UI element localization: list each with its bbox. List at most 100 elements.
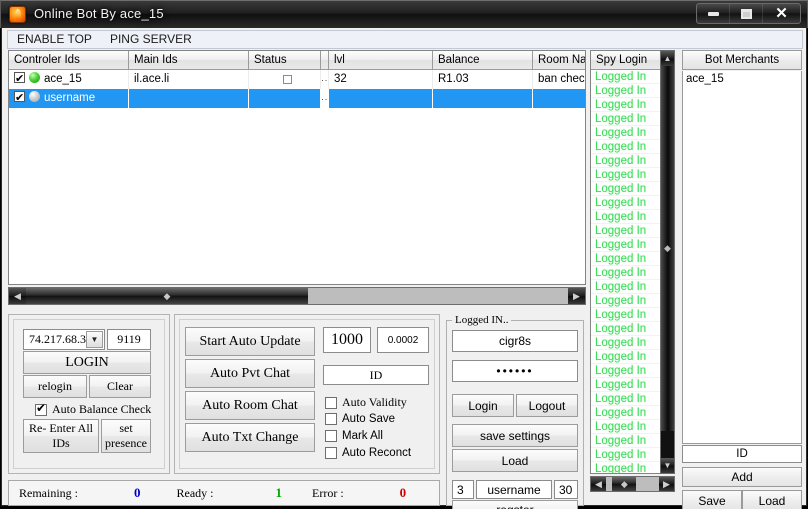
clear-button[interactable]: Clear xyxy=(89,375,151,398)
maximize-button[interactable] xyxy=(730,4,764,23)
close-button[interactable]: ✕ xyxy=(763,4,800,23)
row-status-cell[interactable] xyxy=(249,70,321,89)
auto-room-chat-button[interactable]: Auto Room Chat xyxy=(185,391,315,420)
row-spacer-cell[interactable] xyxy=(321,70,329,89)
auto-balance-check-checkbox[interactable]: Auto Balance Check xyxy=(35,401,151,417)
auto-id-field[interactable]: ID xyxy=(323,365,429,385)
arrow-right-icon[interactable]: ▶ xyxy=(659,477,674,491)
bot-merchants-list[interactable]: ace_15 xyxy=(682,71,802,444)
row-checkbox[interactable] xyxy=(14,70,25,88)
grid-col-room-name[interactable]: Room Name xyxy=(533,51,585,70)
count-start-field[interactable]: 3 xyxy=(452,480,474,499)
row-room-name-cell[interactable] xyxy=(533,89,585,108)
spy-hscroll-track[interactable]: ◆ xyxy=(606,477,659,491)
arrow-left-icon[interactable]: ◀ xyxy=(591,477,606,491)
logged-in-username-field[interactable]: cigr8s xyxy=(452,330,578,352)
count-end-field[interactable]: 30 xyxy=(554,480,578,499)
spy-vertical-scrollbar[interactable]: ▲ ◆ ▼ xyxy=(660,50,675,474)
start-auto-update-button[interactable]: Start Auto Update xyxy=(185,327,315,356)
list-item[interactable]: ace_15 xyxy=(683,71,801,86)
checkbox-box xyxy=(325,447,337,459)
status-orb-icon xyxy=(29,91,40,102)
grid-horizontal-scrollbar[interactable]: ◀ ◆ ▶ xyxy=(8,287,586,305)
grid-col-lvl[interactable]: lvl xyxy=(329,51,433,70)
row-balance-cell[interactable]: R1.03 xyxy=(433,70,533,89)
arrow-up-icon[interactable]: ▲ xyxy=(661,51,674,66)
logged-in-login-button[interactable]: Login xyxy=(452,394,514,417)
menu-item-enable-top[interactable]: ENABLE TOP xyxy=(8,31,101,48)
row-controler-id-cell[interactable]: username xyxy=(9,89,129,108)
logged-in-password-field[interactable]: •••••• xyxy=(452,360,578,382)
auto-txt-change-button[interactable]: Auto Txt Change xyxy=(185,423,315,452)
accounts-grid[interactable]: Controler Ids Main Ids Status lvl Balanc… xyxy=(8,50,586,285)
grid-body: ace_15 il.ace.li 32 R1.03 ban check user… xyxy=(9,70,585,108)
delay-field[interactable]: 1000 xyxy=(323,327,371,353)
spy-hscroll-thumb[interactable]: ◆ xyxy=(612,477,637,491)
minimize-button[interactable] xyxy=(697,4,731,23)
table-row[interactable]: ace_15 il.ace.li 32 R1.03 ban check xyxy=(9,70,585,89)
vscroll-thumb[interactable]: ◆ xyxy=(661,66,674,431)
mark-all-checkbox[interactable]: Mark All xyxy=(325,430,383,442)
add-button[interactable]: Add xyxy=(682,467,802,487)
rate-field[interactable]: 0.0002 xyxy=(377,327,429,353)
register-button[interactable]: regster xyxy=(452,500,578,509)
login-button[interactable]: LOGIN xyxy=(23,351,151,374)
server-combo[interactable]: 74.217.68.3 ▼ xyxy=(23,329,105,350)
row-lvl-cell[interactable]: 32 xyxy=(329,70,433,89)
grid-col-main-ids[interactable]: Main Ids xyxy=(129,51,249,70)
grid-col-spacer[interactable] xyxy=(321,51,329,70)
arrow-left-icon[interactable]: ◀ xyxy=(9,288,26,304)
remaining-value: 0 xyxy=(134,485,141,500)
row-spacer-cell[interactable] xyxy=(321,89,329,108)
vscroll-track[interactable]: ◆ xyxy=(661,66,674,458)
bot-merchant-id-field[interactable]: ID xyxy=(682,445,802,463)
row-balance-cell[interactable] xyxy=(433,89,533,108)
set-presence-button[interactable]: set presence xyxy=(101,419,151,453)
grid-col-balance[interactable]: Balance xyxy=(433,51,533,70)
row-room-name-cell[interactable]: ban check xyxy=(533,70,585,89)
row-main-id-cell[interactable] xyxy=(129,89,249,108)
register-name-field[interactable]: username xyxy=(476,480,552,499)
grid-col-controler-ids[interactable]: Controler Ids xyxy=(9,51,129,70)
flame-icon xyxy=(9,6,26,23)
logged-in-logout-button[interactable]: Logout xyxy=(516,394,578,417)
port-field[interactable]: 9119 xyxy=(107,329,151,350)
close-icon: ✕ xyxy=(775,5,788,22)
auto-validity-checkbox[interactable]: Auto Validity xyxy=(325,395,407,410)
row-controler-id-cell[interactable]: ace_15 xyxy=(9,70,129,89)
menu-item-ping-server[interactable]: PING SERVER xyxy=(101,31,201,48)
table-row[interactable]: username xyxy=(9,89,585,108)
ready-label: Ready : xyxy=(176,485,214,500)
hscroll-track[interactable]: ◆ xyxy=(26,288,568,304)
auto-save-checkbox[interactable]: Auto Save xyxy=(325,413,395,425)
row-lvl-cell[interactable] xyxy=(329,89,433,108)
reenter-all-ids-button[interactable]: Re- Enter All IDs xyxy=(23,419,99,453)
menu-bar: ENABLE TOP PING SERVER xyxy=(7,30,803,49)
chevron-down-icon[interactable]: ▼ xyxy=(86,331,103,348)
grid-header-row: Controler Ids Main Ids Status lvl Balanc… xyxy=(9,51,585,70)
checkbox-box xyxy=(325,430,337,442)
grid-col-status[interactable]: Status xyxy=(249,51,321,70)
row-checkbox[interactable] xyxy=(14,89,25,107)
row-status-cell[interactable] xyxy=(249,89,321,108)
row-main-id-cell[interactable]: il.ace.li xyxy=(129,70,249,89)
bot-merchants-header: Bot Merchants xyxy=(682,50,802,70)
arrow-right-icon[interactable]: ▶ xyxy=(568,288,585,304)
hscroll-thumb[interactable]: ◆ xyxy=(26,288,308,304)
window-controls: ✕ xyxy=(696,3,801,24)
error-label: Error : xyxy=(312,485,344,500)
window-title: Online Bot By ace_15 xyxy=(34,6,164,21)
spy-horizontal-scrollbar[interactable]: ◀ ◆ ▶ xyxy=(590,476,675,492)
load-button[interactable]: Load xyxy=(742,490,802,509)
logged-in-load-button[interactable]: Load xyxy=(452,449,578,472)
status-box-icon xyxy=(282,75,292,84)
title-bar: Online Bot By ace_15 ✕ xyxy=(0,0,808,28)
relogin-button[interactable]: relogin xyxy=(23,375,87,398)
checkbox-box xyxy=(35,401,47,416)
save-settings-button[interactable]: save settings xyxy=(452,424,578,447)
auto-pvt-chat-button[interactable]: Auto Pvt Chat xyxy=(185,359,315,388)
auto-actions-panel: Start Auto Update Auto Pvt Chat Auto Roo… xyxy=(174,314,440,474)
save-button[interactable]: Save xyxy=(682,490,742,509)
arrow-down-icon[interactable]: ▼ xyxy=(661,458,674,473)
auto-reconct-checkbox[interactable]: Auto Reconct xyxy=(325,447,411,459)
